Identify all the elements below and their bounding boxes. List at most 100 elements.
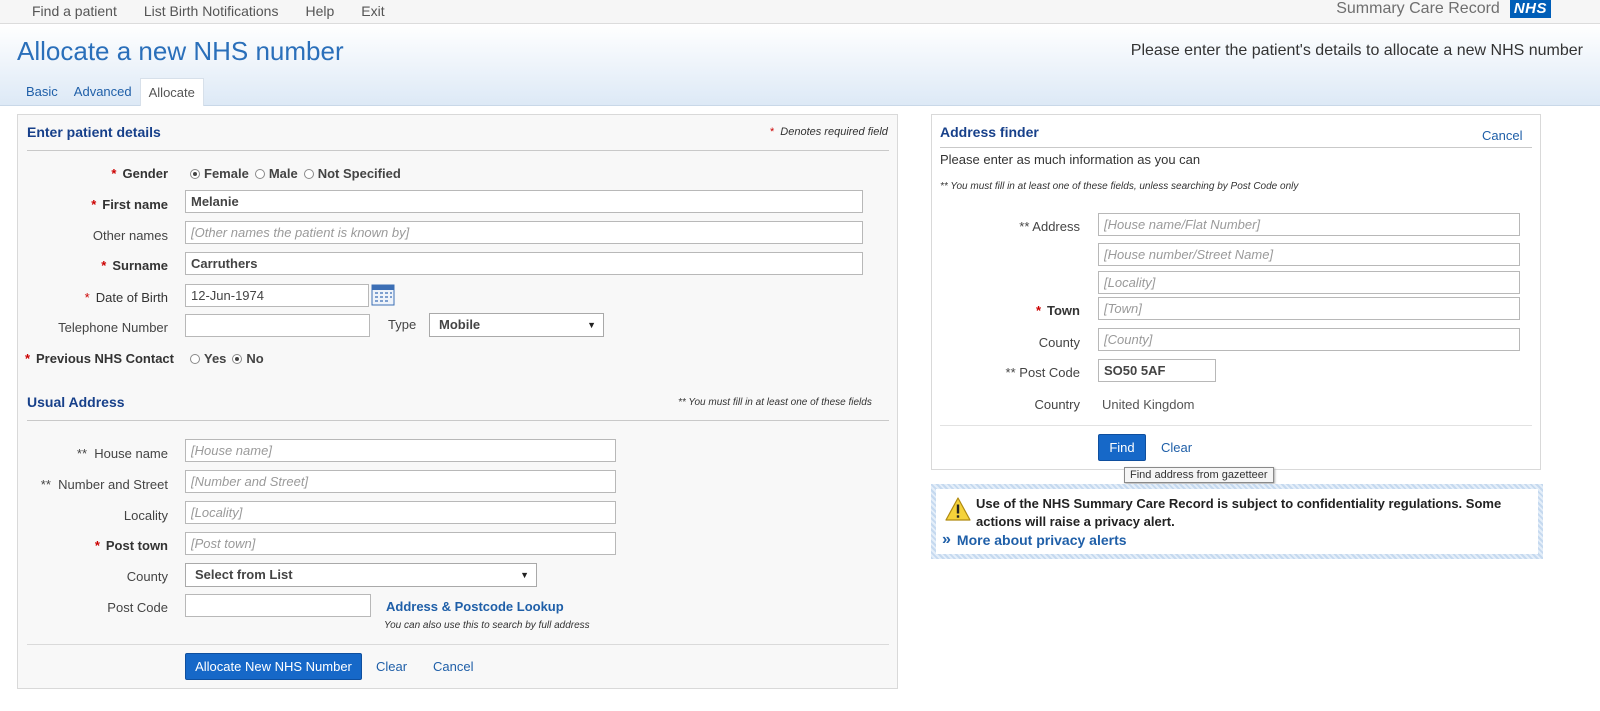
- nav-find-patient[interactable]: Find a patient: [32, 3, 117, 19]
- dob-input[interactable]: [185, 284, 369, 307]
- nav-list-birth-notifications[interactable]: List Birth Notifications: [144, 3, 279, 19]
- find-button[interactable]: Find: [1098, 434, 1146, 461]
- gender-label: * Gender: [30, 166, 168, 181]
- previous-contact-no-label: No: [246, 351, 264, 366]
- previous-contact-no-radio[interactable]: No: [232, 351, 264, 366]
- post-town-label-text: Post town: [105, 538, 168, 553]
- required-star: *: [101, 258, 107, 273]
- cancel-link[interactable]: Cancel: [433, 659, 473, 674]
- double-chevron-icon: »: [942, 531, 951, 548]
- surname-label: * Surname: [30, 258, 168, 273]
- privacy-notice-body: Use of the NHS Summary Care Record is su…: [936, 489, 1538, 554]
- allocate-nhs-number-button[interactable]: Allocate New NHS Number: [185, 653, 362, 680]
- house-name-input[interactable]: [185, 439, 616, 462]
- first-name-input[interactable]: [185, 190, 863, 213]
- required-note-text: Denotes required field: [780, 126, 888, 138]
- radio-checked-icon: [190, 168, 200, 179]
- lookup-note: You can also use this to search by full …: [384, 620, 590, 631]
- gender-female-radio[interactable]: Female: [190, 166, 249, 181]
- more-about-privacy-alerts-link[interactable]: More about privacy alerts: [957, 532, 1127, 548]
- nav-help[interactable]: Help: [305, 3, 334, 19]
- nav-exit[interactable]: Exit: [361, 3, 384, 19]
- finder-town-input[interactable]: [1098, 297, 1520, 320]
- county-label: County: [126, 569, 168, 584]
- number-street-input[interactable]: [185, 470, 616, 493]
- locality-input[interactable]: [185, 501, 616, 524]
- surname-input[interactable]: [185, 252, 863, 275]
- finder-address-line3-input[interactable]: [1098, 271, 1520, 294]
- finder-address-line1-input[interactable]: [1098, 213, 1520, 236]
- brand: Summary Care Record NHS: [1336, 0, 1551, 18]
- finder-address-line2-input[interactable]: [1098, 243, 1520, 266]
- address-finder-title: Address finder: [940, 124, 1039, 140]
- number-street-label-text: Number and Street: [58, 477, 168, 492]
- previous-contact-yes-radio[interactable]: Yes: [190, 351, 226, 366]
- finder-post-code-label: ** Post Code: [990, 365, 1080, 380]
- actions-divider: [27, 644, 889, 645]
- nhs-logo: NHS: [1509, 0, 1551, 18]
- gender-female-label: Female: [204, 166, 249, 181]
- privacy-message: Use of the NHS Summary Care Record is su…: [976, 496, 1502, 529]
- previous-contact-yes-label: Yes: [204, 351, 227, 366]
- tab-allocate[interactable]: Allocate: [139, 78, 204, 106]
- finder-address-label: ** Address: [990, 219, 1080, 234]
- telephone-input[interactable]: [185, 314, 370, 337]
- post-code-input[interactable]: [185, 594, 371, 617]
- dob-label: * Date of Birth: [30, 290, 168, 305]
- post-town-input[interactable]: [185, 532, 616, 555]
- required-star: *: [94, 538, 100, 553]
- required-star: *: [91, 197, 97, 212]
- page-subtitle: Please enter the patient's details to al…: [1130, 42, 1583, 59]
- usual-address-divider: [27, 420, 889, 421]
- finder-county-input[interactable]: [1098, 328, 1520, 351]
- gender-male-label: Male: [268, 166, 298, 181]
- post-town-label: * Post town: [30, 538, 168, 553]
- other-names-input[interactable]: [185, 221, 863, 244]
- double-star-marker: **: [1019, 219, 1030, 234]
- house-name-label: ** House name: [30, 446, 168, 461]
- usual-address-title: Usual Address: [27, 394, 125, 410]
- required-star: *: [24, 351, 31, 366]
- gender-male-radio[interactable]: Male: [254, 166, 298, 181]
- address-postcode-lookup-link[interactable]: Address & Postcode Lookup: [386, 599, 564, 614]
- phone-type-select[interactable]: Mobile ▼: [429, 313, 604, 337]
- surname-label-text: Surname: [112, 258, 168, 273]
- finder-post-code-input[interactable]: [1098, 359, 1216, 382]
- locality-label: Locality: [123, 508, 168, 523]
- required-star: *: [770, 126, 775, 138]
- required-star: *: [1035, 303, 1042, 318]
- patient-details-divider: [27, 150, 889, 151]
- first-name-label: * First name: [30, 197, 168, 212]
- radio-checked-icon: [232, 353, 243, 364]
- required-star: *: [111, 166, 117, 181]
- telephone-label: Telephone Number: [58, 320, 168, 335]
- previous-contact-label-text: Previous NHS Contact: [36, 351, 174, 366]
- house-name-label-text: House name: [94, 446, 168, 461]
- gender-not-specified-radio[interactable]: Not Specified: [303, 166, 401, 181]
- clear-link[interactable]: Clear: [376, 659, 407, 674]
- previous-contact-label: * Previous NHS Contact: [18, 351, 174, 366]
- finder-clear-link[interactable]: Clear: [1161, 440, 1192, 455]
- finder-note: ** You must fill in at least one of thes…: [940, 181, 1299, 192]
- finder-intro: Please enter as much information as you …: [940, 152, 1201, 167]
- privacy-link-row[interactable]: » More about privacy alerts: [942, 531, 1127, 549]
- tab-advanced[interactable]: Advanced: [66, 78, 140, 106]
- top-nav: Find a patient List Birth Notifications …: [32, 3, 412, 19]
- brand-title: Summary Care Record: [1336, 0, 1500, 17]
- calendar-icon[interactable]: [371, 283, 395, 307]
- privacy-notice: Use of the NHS Summary Care Record is su…: [931, 484, 1543, 559]
- county-select[interactable]: Select from List ▼: [185, 563, 537, 587]
- radio-unchecked-icon: [254, 168, 265, 179]
- tab-basic[interactable]: Basic: [18, 78, 66, 106]
- page-title: Allocate a new NHS number: [17, 36, 344, 66]
- phone-type-value: Mobile: [439, 317, 481, 332]
- finder-town-label: * Town: [990, 303, 1080, 318]
- finder-cancel-link[interactable]: Cancel: [1482, 128, 1522, 143]
- previous-contact-radio-group: Yes No: [190, 351, 270, 366]
- tab-bar: Basic Advanced Allocate: [18, 78, 204, 106]
- other-names-label: Other names: [92, 228, 168, 243]
- dob-label-text: Date of Birth: [95, 290, 168, 305]
- first-name-label-text: First name: [102, 197, 168, 212]
- finder-county-label: County: [1038, 335, 1080, 350]
- gender-not-specified-label: Not Specified: [317, 166, 401, 181]
